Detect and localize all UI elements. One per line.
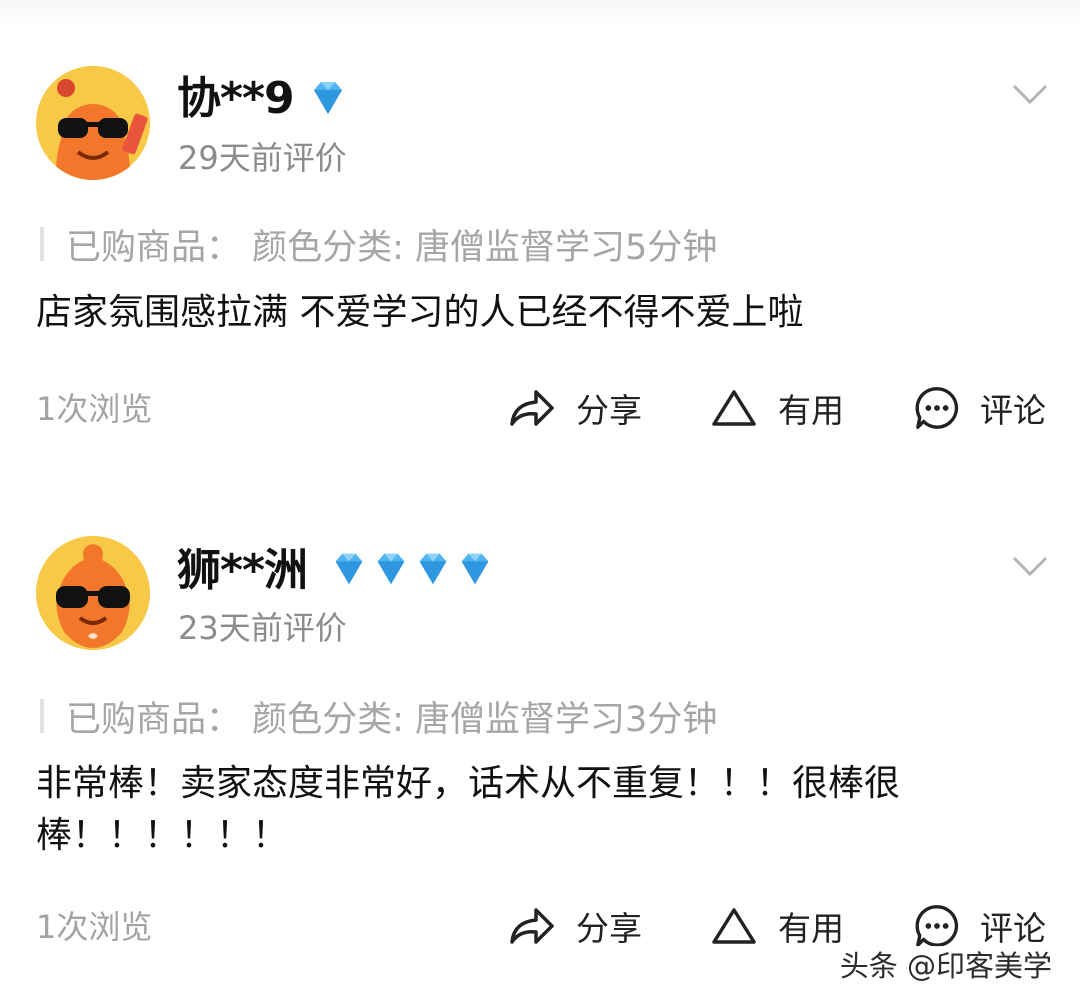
purchased-product: 已购商品： 颜色分类: 唐僧监督学习3分钟	[40, 694, 717, 740]
diamond-icon	[370, 548, 412, 592]
comment-label: 评论	[980, 391, 1046, 430]
divider	[40, 227, 44, 261]
share-button[interactable]: 分享	[508, 384, 642, 432]
diamond-icon	[454, 548, 496, 592]
chat-bubble-icon	[915, 905, 959, 947]
chat-bubble-icon	[915, 387, 959, 429]
share-arrow-icon	[510, 908, 554, 944]
username: 狮**洲	[177, 545, 308, 596]
share-arrow-icon	[510, 390, 554, 426]
review-card-1: 协**9 29天前评价 已购商品： 颜色分类: 唐僧监督学习5分钟 店家氛围感拉…	[0, 0, 1080, 480]
diamond-icon	[328, 548, 370, 592]
product-label: 已购商品： 颜色分类: 唐僧监督学习3分钟	[66, 699, 718, 740]
comment-label: 评论	[980, 909, 1046, 948]
review-content: 店家氛围感拉满 不爱学习的人已经不得不爱上啦	[36, 292, 804, 333]
diamond-icon	[412, 548, 454, 592]
user-avatar[interactable]	[36, 66, 150, 180]
useful-button[interactable]: 有用	[710, 902, 844, 950]
share-button[interactable]: 分享	[508, 902, 642, 950]
comment-button[interactable]: 评论	[914, 902, 1046, 950]
purchased-product: 已购商品： 颜色分类: 唐僧监督学习5分钟	[40, 222, 717, 268]
username: 协**9	[177, 73, 295, 124]
comment-button[interactable]: 评论	[914, 384, 1046, 432]
view-count: 1次浏览	[36, 908, 153, 946]
share-label: 分享	[576, 909, 642, 948]
useful-label: 有用	[778, 909, 844, 948]
view-count: 1次浏览	[36, 390, 153, 428]
member-badges	[306, 76, 350, 120]
member-badges	[328, 548, 496, 592]
triangle-icon	[712, 908, 756, 944]
diamond-icon	[306, 76, 350, 120]
review-card-2: 狮**洲 23天前评价 已购商品： 颜色分类: 唐僧监督学习3分钟 非常棒！卖家…	[0, 470, 1080, 1000]
review-content: 非常棒！卖家态度非常好，话术从不重复！！！很棒很棒！！！！！！	[36, 763, 901, 856]
triangle-icon	[712, 390, 756, 426]
share-label: 分享	[576, 391, 642, 430]
chevron-down-icon[interactable]	[1010, 552, 1050, 580]
review-time: 29天前评价	[178, 139, 347, 177]
user-avatar[interactable]	[36, 536, 150, 650]
product-label: 已购商品： 颜色分类: 唐僧监督学习5分钟	[66, 227, 718, 268]
useful-button[interactable]: 有用	[710, 384, 844, 432]
chevron-down-icon[interactable]	[1010, 80, 1050, 108]
review-time: 23天前评价	[178, 609, 347, 647]
divider	[40, 699, 44, 733]
watermark: 头条 @印客美学	[835, 946, 1056, 986]
useful-label: 有用	[778, 391, 844, 430]
